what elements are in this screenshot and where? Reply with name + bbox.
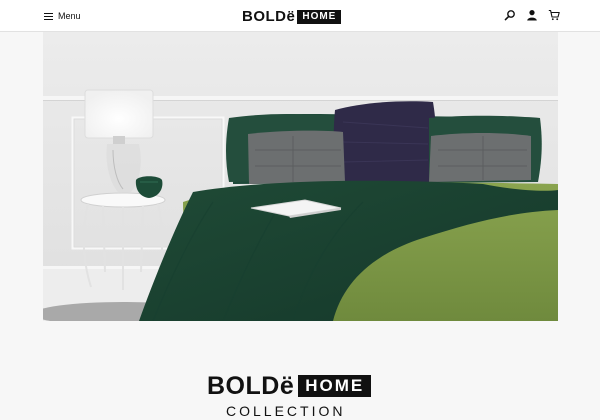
logo-bold-text: BOLDë [242,8,296,25]
logo-home-text: HOME [297,9,342,24]
bedroom-photo [43,32,558,321]
collection-logo: BOLDë HOME [207,372,372,400]
collection-logo-bold-text: BOLDë [207,372,295,400]
hamburger-icon [44,12,53,20]
collection-subtitle: COLLECTION [226,403,346,419]
header-icon-group [504,9,560,21]
menu-button[interactable]: Menu [44,9,81,23]
menu-label: Menu [58,11,81,21]
search-icon[interactable] [504,9,516,21]
hero-carousel[interactable] [43,32,558,321]
header-logo[interactable]: BOLDë HOME [242,8,342,25]
top-navigation-bar: Menu BOLDë HOME [0,0,600,32]
cart-icon[interactable] [548,9,560,21]
user-icon[interactable] [526,9,538,21]
collection-logo-home-text: HOME [298,375,372,397]
